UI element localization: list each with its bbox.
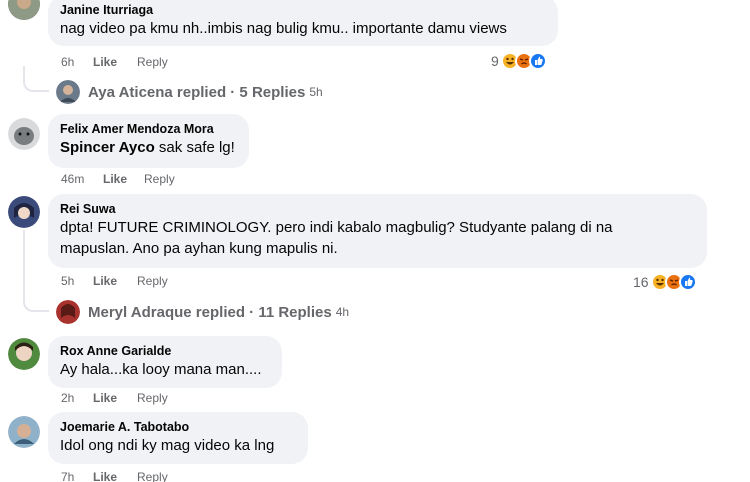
view-replies-link[interactable]: Aya Aticena replied · 5 Replies 5h <box>56 80 323 104</box>
mention-link[interactable]: Spincer Ayco <box>60 139 155 156</box>
reply-button[interactable]: Reply <box>137 273 168 289</box>
reactions-summary[interactable]: 16 <box>633 273 697 291</box>
thread-connector <box>23 66 49 92</box>
comment-text: Ay hala...ka looy mana man.... <box>60 361 262 378</box>
comment-time[interactable]: 6h <box>61 54 93 70</box>
comment-author[interactable]: Janine Iturriaga <box>60 2 546 18</box>
comment-time[interactable]: 2h <box>61 390 93 406</box>
comment-author[interactable]: Rox Anne Garialde <box>60 343 270 359</box>
comment-actions: 7h Like Reply <box>61 469 168 482</box>
comment-text-line: dpta! FUTURE CRIMINOLOGY. pero indi kaba… <box>60 219 613 236</box>
like-icon <box>678 273 697 291</box>
like-button[interactable]: Like <box>93 469 117 482</box>
like-button[interactable]: Like <box>93 273 117 289</box>
comment-text-line: mapuslan. Ano pa ayhan kung mapulis ni. <box>60 240 338 257</box>
thread-connector <box>23 290 49 312</box>
avatar[interactable] <box>8 338 40 370</box>
replies-time: 4h <box>335 305 350 319</box>
avatar[interactable] <box>8 118 40 150</box>
reply-button[interactable]: Reply <box>144 171 175 187</box>
reply-button[interactable]: Reply <box>137 469 168 482</box>
comment-time[interactable]: 7h <box>61 469 93 482</box>
comment-actions: 6h Like Reply <box>61 54 168 70</box>
view-replies-link[interactable]: Meryl Adraque replied · 11 Replies 4h <box>56 300 349 324</box>
comment-text-body: sak safe lg! <box>154 139 235 156</box>
reactions-summary[interactable]: 9 <box>491 52 547 70</box>
comment-author[interactable]: Joemarie A. Tabotabo <box>60 419 296 435</box>
comment-bubble: Rox Anne Garialde Ay hala...ka looy mana… <box>48 336 282 388</box>
comment-time[interactable]: 46m <box>61 171 103 187</box>
like-button[interactable]: Like <box>93 54 117 70</box>
replies-label[interactable]: Meryl Adraque replied · 11 Replies <box>88 304 332 321</box>
avatar <box>56 300 80 324</box>
comment-actions: 46m Like Reply <box>61 171 175 187</box>
reply-button[interactable]: Reply <box>137 54 168 70</box>
comment-bubble: Felix Amer Mendoza Mora Spincer Ayco sak… <box>48 114 249 168</box>
reply-button[interactable]: Reply <box>137 390 168 406</box>
comment-bubble: Janine Iturriaga nag video pa kmu nh..im… <box>48 0 558 46</box>
comment-actions: 5h Like Reply <box>61 273 168 289</box>
avatar <box>56 80 80 104</box>
avatar[interactable] <box>8 416 40 448</box>
comment-author[interactable]: Rei Suwa <box>60 201 695 217</box>
reaction-count: 16 <box>633 274 649 290</box>
reaction-count: 9 <box>491 53 499 69</box>
comment-bubble: Rei Suwa dpta! FUTURE CRIMINOLOGY. pero … <box>48 194 707 268</box>
replies-time: 5h <box>309 85 323 99</box>
avatar[interactable] <box>8 0 40 20</box>
comment-bubble: Joemarie A. Tabotabo Idol ong ndi ky mag… <box>48 412 308 464</box>
like-icon <box>528 52 547 70</box>
comment-actions: 2h Like Reply <box>61 390 168 406</box>
comment-text: nag video pa kmu nh..imbis nag bulig kmu… <box>60 20 507 37</box>
replies-label[interactable]: Aya Aticena replied · 5 Replies <box>88 84 305 101</box>
comment-text: Spincer Ayco sak safe lg! <box>60 137 237 158</box>
comment-text: Idol ong ndi ky mag video ka lng <box>60 437 275 454</box>
avatar[interactable] <box>8 196 40 228</box>
comment-time[interactable]: 5h <box>61 273 93 289</box>
like-button[interactable]: Like <box>103 171 127 187</box>
like-button[interactable]: Like <box>93 390 117 406</box>
comment-author[interactable]: Felix Amer Mendoza Mora <box>60 121 237 137</box>
